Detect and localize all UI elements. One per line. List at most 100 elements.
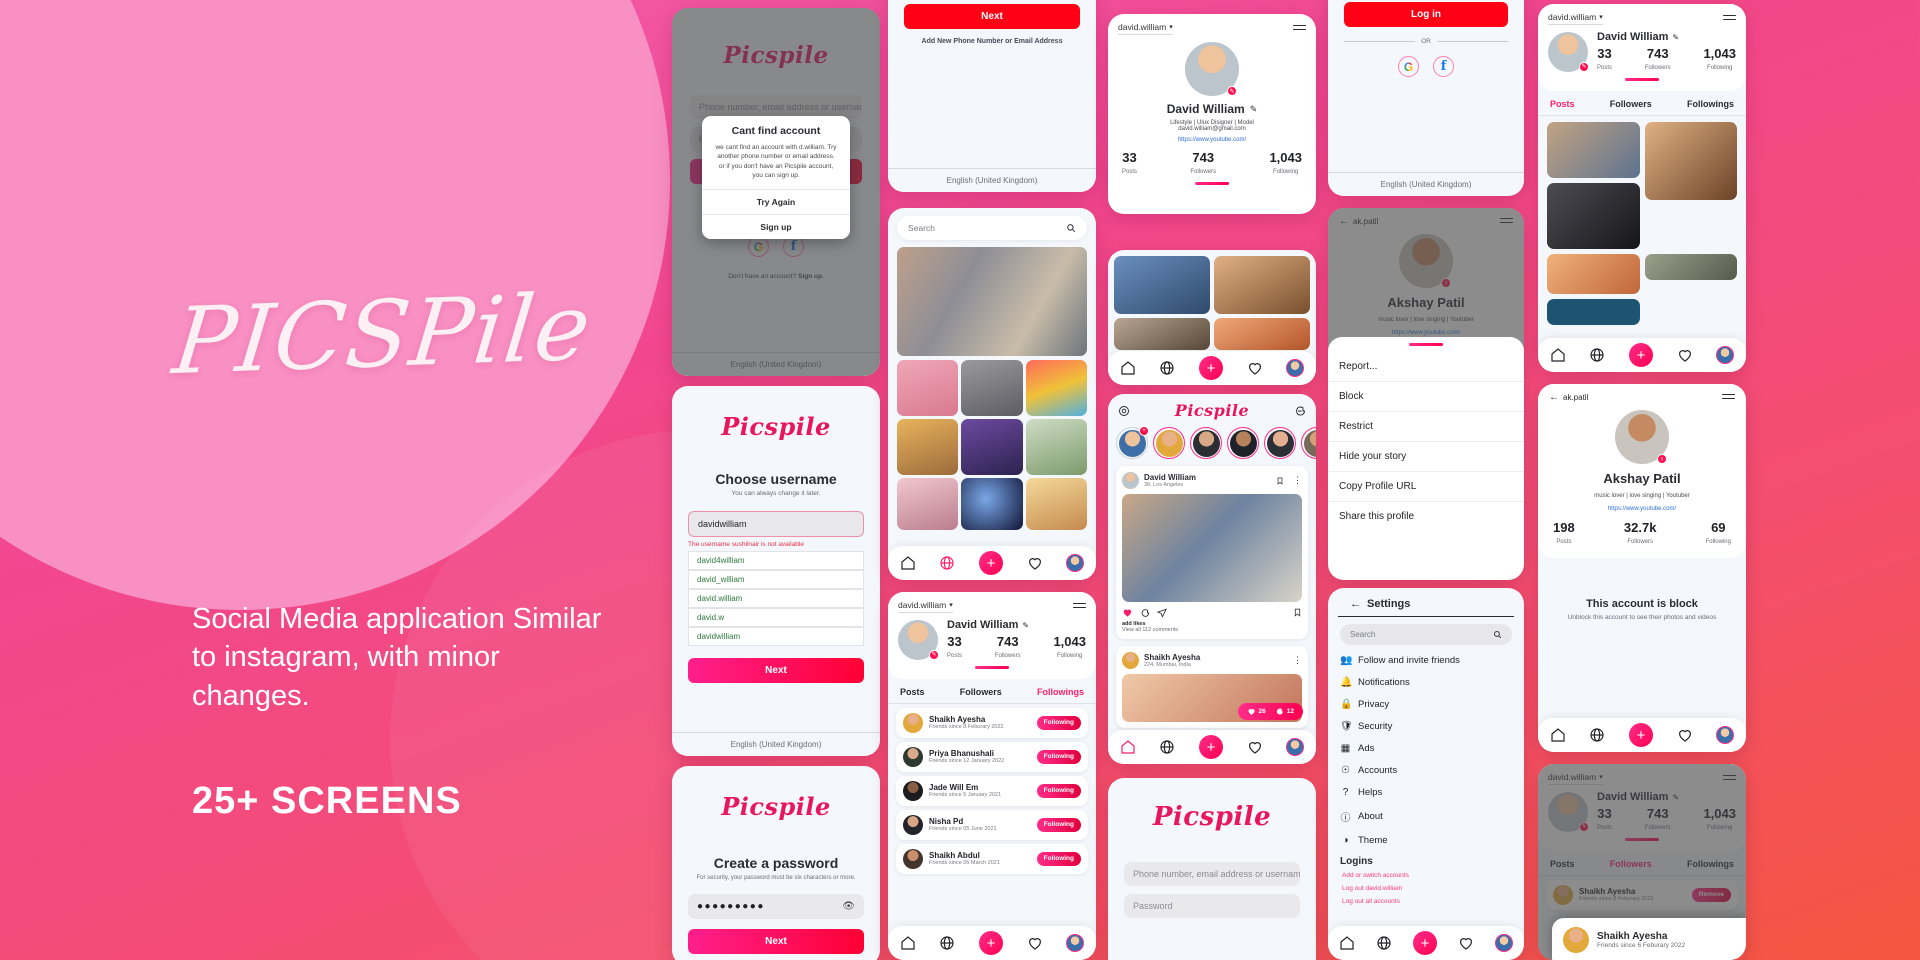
- grid-tile[interactable]: [1114, 318, 1210, 350]
- avatar[interactable]: ✎: [1548, 31, 1589, 72]
- avatar[interactable]: ✎: [898, 619, 939, 660]
- screen-create-password[interactable]: Picspile Create a password For security,…: [672, 766, 880, 960]
- explore-tile[interactable]: [1025, 360, 1087, 416]
- suggestion-item[interactable]: david.william: [688, 589, 864, 608]
- password-input[interactable]: Password: [1124, 894, 1300, 918]
- setting-item-accounts[interactable]: ☉ Accounts: [1328, 759, 1524, 781]
- edit-pencil-icon[interactable]: ✎: [1250, 104, 1258, 115]
- explore-tile[interactable]: [897, 419, 959, 475]
- menu-item-copy-url[interactable]: Copy Profile URL: [1328, 472, 1524, 502]
- list-item[interactable]: Shaikh Ayesha Friends since 8 Feburary 20…: [896, 707, 1088, 738]
- heart-icon[interactable]: [1677, 727, 1693, 743]
- following-button[interactable]: Following: [1036, 715, 1081, 730]
- following-button[interactable]: Following: [1036, 817, 1081, 832]
- chevron-down-icon[interactable]: ▾: [1169, 23, 1173, 31]
- story-item-own[interactable]: +: [1116, 426, 1149, 459]
- post-author[interactable]: Shaikh Ayesha: [1144, 653, 1200, 662]
- list-item[interactable]: Priya Bhanushali Friends since 12 January…: [896, 741, 1088, 772]
- setting-item-about[interactable]: ⓘ About: [1328, 803, 1524, 829]
- cant-find-account-dialog[interactable]: Cant find account we cant find an accoun…: [702, 116, 850, 239]
- screen-login-cant-find-account[interactable]: Picspile Phone number, email address or …: [672, 8, 880, 376]
- screen-profile-other-menu[interactable]: ← ak.patil ☓ Akshay Patil music lover | …: [1328, 208, 1524, 580]
- tab-followers[interactable]: Followers: [1610, 859, 1652, 869]
- avatar-icon[interactable]: [1286, 738, 1305, 756]
- screen-profile-posts[interactable]: david.william ▾ ✎ David William ✎ 33 Post…: [1538, 4, 1746, 372]
- stat-posts[interactable]: 33 Posts: [1597, 806, 1612, 832]
- post-author[interactable]: David William: [1144, 473, 1196, 482]
- stat-posts[interactable]: 33 Posts: [1597, 46, 1612, 72]
- avatar-icon[interactable]: [1286, 359, 1305, 377]
- plus-icon[interactable]: +: [978, 931, 1003, 955]
- globe-icon[interactable]: [1376, 935, 1392, 951]
- account-switcher[interactable]: david.william ▾: [898, 600, 953, 613]
- avatar[interactable]: ✎: [1185, 42, 1239, 96]
- stat-posts[interactable]: 33 Posts: [947, 634, 962, 660]
- menu-icon[interactable]: [1500, 217, 1513, 226]
- drag-handle[interactable]: [1625, 78, 1659, 81]
- globe-icon[interactable]: [1159, 360, 1175, 376]
- screen-login-bottom[interactable]: Picspile Phone number, email address or …: [1108, 778, 1316, 960]
- avatar[interactable]: [903, 780, 923, 801]
- back-arrow-icon[interactable]: ←: [1350, 598, 1361, 610]
- next-button[interactable]: Next: [688, 658, 864, 683]
- menu-icon[interactable]: [1722, 393, 1735, 402]
- drag-handle[interactable]: [1409, 343, 1443, 346]
- account-switcher[interactable]: david.william ▾: [1118, 22, 1173, 35]
- post-comments-link[interactable]: View all 112 comments: [1122, 627, 1302, 633]
- login-action-logout-all[interactable]: Log out all accounts: [1328, 895, 1524, 908]
- setting-item-follow-invite[interactable]: 👥 Follow and invite friends: [1328, 649, 1524, 671]
- menu-item-block[interactable]: Block: [1328, 382, 1524, 412]
- screen-feed[interactable]: Picspile + David William 38, Los Angeles: [1108, 394, 1316, 764]
- search-input[interactable]: Search: [1350, 630, 1375, 639]
- tab-followings[interactable]: Followings: [1037, 687, 1084, 697]
- drag-handle[interactable]: [1195, 182, 1229, 185]
- list-item[interactable]: Shaikh Ayesha Friends since 8 Feburary 20…: [1546, 879, 1738, 910]
- explore-tile[interactable]: [961, 478, 1023, 530]
- tab-followers[interactable]: Followers: [960, 687, 1002, 697]
- explore-hero-image[interactable]: [897, 247, 1087, 356]
- facebook-icon[interactable]: f: [1433, 56, 1454, 77]
- explore-tile[interactable]: [897, 360, 959, 416]
- profile-link[interactable]: https://www.youtube.com/: [1549, 506, 1735, 512]
- stat-following[interactable]: 1,043 Following: [1053, 634, 1086, 660]
- profile-link[interactable]: https://www.youtube.com/: [1339, 330, 1513, 336]
- avatar[interactable]: ☓: [1399, 234, 1453, 288]
- blocked-badge-icon[interactable]: ☓: [1657, 454, 1667, 464]
- bottom-nav[interactable]: +: [1538, 338, 1746, 372]
- avatar[interactable]: ✎: [1548, 791, 1589, 832]
- phone-input[interactable]: Phone number, email address or username: [1124, 862, 1300, 886]
- plus-icon[interactable]: +: [1412, 931, 1437, 955]
- grid-tile[interactable]: [1547, 182, 1640, 249]
- home-icon[interactable]: [1550, 347, 1566, 363]
- bookmark-icon[interactable]: [1293, 608, 1302, 617]
- menu-item-share-profile[interactable]: Share this profile: [1328, 502, 1524, 531]
- eye-off-icon[interactable]: 👁: [842, 901, 855, 912]
- password-field[interactable]: ●●●●●●●●●: [697, 901, 765, 912]
- followings-list[interactable]: Shaikh Ayesha Friends since 8 Feburary 20…: [888, 707, 1096, 874]
- profile-link[interactable]: https://www.youtube.com/: [1118, 137, 1306, 143]
- next-button[interactable]: Next: [688, 929, 864, 955]
- edit-badge-icon[interactable]: ✎: [1579, 821, 1589, 832]
- grid-tile[interactable]: [1547, 121, 1640, 178]
- profile-tabs[interactable]: Posts Followers Followings: [1538, 91, 1746, 116]
- plus-icon[interactable]: +: [1198, 735, 1223, 759]
- explore-tile[interactable]: [1025, 478, 1087, 530]
- account-switcher[interactable]: david.william ▾: [1548, 772, 1603, 785]
- stat-following[interactable]: 1,043 Following: [1703, 46, 1736, 72]
- avatar[interactable]: [903, 848, 923, 869]
- edit-badge-icon[interactable]: ✎: [929, 649, 939, 660]
- tab-posts[interactable]: Posts: [1550, 99, 1575, 109]
- following-button[interactable]: Following: [1036, 851, 1081, 866]
- heart-icon[interactable]: [1247, 360, 1263, 376]
- posts-grid[interactable]: [1538, 116, 1746, 331]
- globe-icon[interactable]: [1159, 739, 1175, 755]
- more-options-icon[interactable]: ⋮: [1293, 475, 1302, 486]
- explore-tile[interactable]: [1025, 419, 1087, 475]
- setting-item-theme[interactable]: ◑ Theme: [1328, 829, 1524, 851]
- remove-button[interactable]: Remove: [1691, 887, 1731, 902]
- setting-item-security[interactable]: 🛡 Security: [1328, 715, 1524, 737]
- post-image[interactable]: [1122, 494, 1302, 602]
- tab-posts[interactable]: Posts: [900, 687, 925, 697]
- screen-explore[interactable]: Search +: [888, 208, 1096, 580]
- profile-tabs[interactable]: Posts Followers Followings: [1538, 851, 1746, 876]
